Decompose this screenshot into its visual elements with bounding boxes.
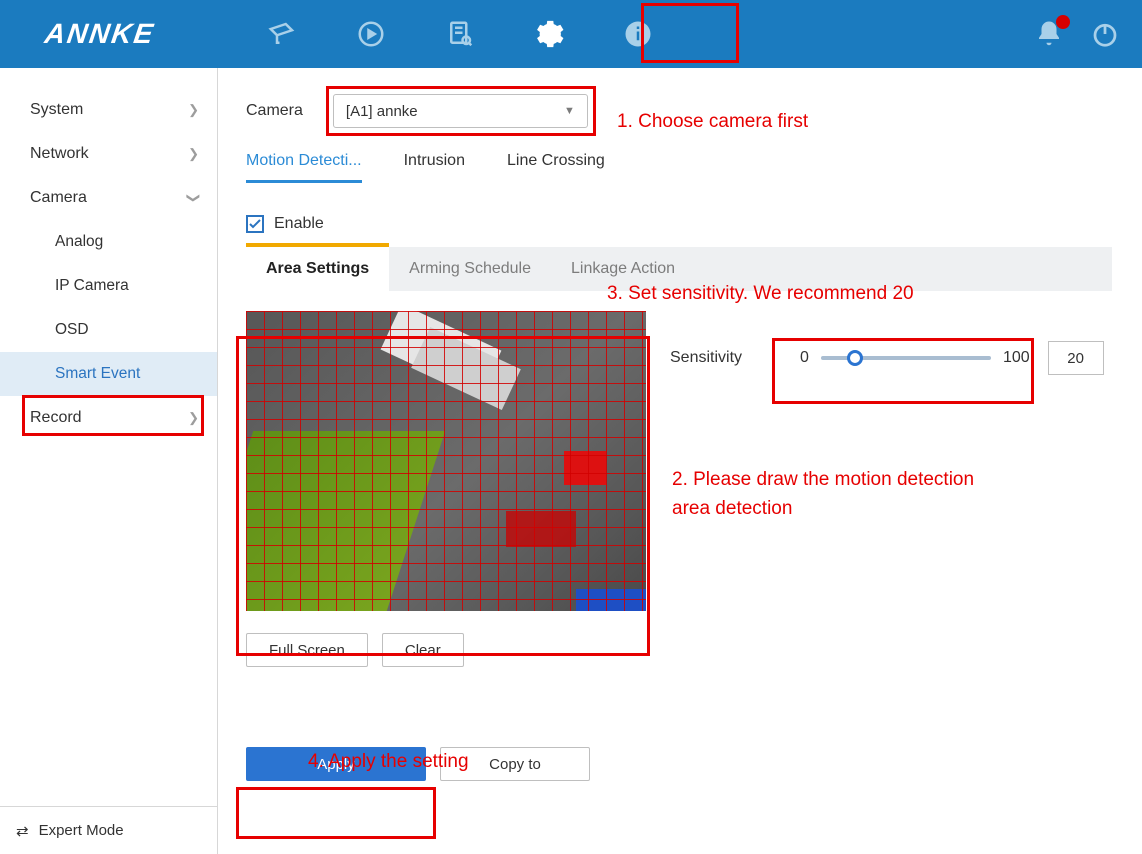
info-icon[interactable] [621,17,655,51]
sidebar-item-label: Analog [55,233,103,251]
sidebar-item-record[interactable]: Record ❯ [0,396,217,440]
tab-motion-detection[interactable]: Motion Detecti... [246,152,362,183]
power-icon[interactable] [1088,17,1122,51]
enable-label: Enable [274,215,324,233]
camera-select-value: [A1] annke [346,103,418,120]
subtab-area-settings[interactable]: Area Settings [246,247,389,291]
settings-icon[interactable] [532,17,566,51]
sensitivity-max: 100 [1003,349,1030,367]
subtabs: Area Settings Arming Schedule Linkage Ac… [246,247,1112,291]
slider-thumb[interactable] [847,350,863,366]
main-content: Camera [A1] annke ▼ Motion Detecti... In… [218,68,1142,854]
sidebar-item-label: Record [30,409,82,427]
notification-badge [1056,15,1070,29]
camera-icon[interactable] [265,17,299,51]
enable-checkbox[interactable] [246,215,264,233]
sensitivity-label: Sensitivity [670,349,742,367]
sidebar-item-smart-event[interactable]: Smart Event [0,352,217,396]
sidebar-item-network[interactable]: Network ❯ [0,132,217,176]
motion-area-canvas[interactable] [246,311,646,611]
sidebar-item-label: IP Camera [55,277,129,295]
sidebar: System ❯ Network ❯ Camera ❯ Analog IP Ca… [0,68,218,854]
app-header: ANNKE [0,0,1142,68]
notifications-icon[interactable] [1032,17,1066,51]
tab-intrusion[interactable]: Intrusion [404,152,465,183]
sidebar-item-label: Smart Event [55,365,140,383]
playback-icon[interactable] [354,17,388,51]
expert-mode-toggle[interactable]: ⇄ Expert Mode [0,806,217,854]
full-screen-button[interactable]: Full Screen [246,633,368,667]
sidebar-item-label: Camera [30,189,87,207]
sensitivity-input[interactable]: 20 [1048,341,1104,375]
camera-label: Camera [246,102,303,120]
sensitivity-min: 0 [800,349,809,367]
subtab-arming-schedule[interactable]: Arming Schedule [389,247,551,291]
sidebar-item-ip-camera[interactable]: IP Camera [0,264,217,308]
apply-button[interactable]: Apply [246,747,426,781]
sidebar-item-osd[interactable]: OSD [0,308,217,352]
clear-button[interactable]: Clear [382,633,464,667]
subtab-linkage-action[interactable]: Linkage Action [551,247,695,291]
sidebar-item-label: System [30,101,83,119]
sidebar-item-label: Network [30,145,89,163]
sidebar-item-label: OSD [55,321,89,339]
switch-icon: ⇄ [16,822,29,840]
copy-to-button[interactable]: Copy to [440,747,590,781]
search-doc-icon[interactable] [443,17,477,51]
brand-logo: ANNKE [43,18,157,50]
dropdown-triangle-icon: ▼ [564,105,575,117]
header-nav [265,17,655,51]
chevron-right-icon: ❯ [188,410,199,426]
chevron-right-icon: ❯ [188,146,199,162]
detection-tabs: Motion Detecti... Intrusion Line Crossin… [246,152,1112,183]
header-right [1032,0,1122,68]
detection-grid-overlay [246,311,646,611]
tab-line-crossing[interactable]: Line Crossing [507,152,605,183]
sidebar-item-analog[interactable]: Analog [0,220,217,264]
expert-mode-label: Expert Mode [39,822,124,839]
chevron-down-icon: ❯ [186,193,202,204]
camera-select[interactable]: [A1] annke ▼ [333,94,588,128]
chevron-right-icon: ❯ [188,102,199,118]
sidebar-item-system[interactable]: System ❯ [0,88,217,132]
sensitivity-slider[interactable] [821,356,991,360]
sidebar-item-camera[interactable]: Camera ❯ [0,176,217,220]
